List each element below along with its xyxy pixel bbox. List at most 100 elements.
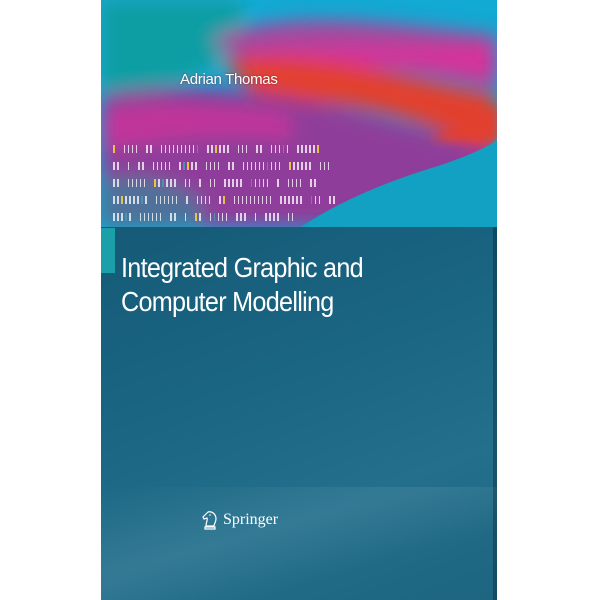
pattern-tick — [117, 213, 119, 221]
pattern-tick — [310, 179, 312, 187]
pattern-tick — [129, 196, 131, 204]
pattern-tick — [245, 145, 247, 153]
pattern-tick — [133, 196, 135, 204]
pattern-tick — [299, 179, 301, 187]
pattern-tick — [205, 162, 207, 170]
pattern-tick — [232, 162, 234, 170]
pattern-tick — [189, 213, 191, 221]
pattern-tick — [117, 145, 119, 153]
cover-edge — [493, 227, 497, 600]
pattern-tick — [305, 145, 307, 153]
knight-horse-icon — [202, 511, 217, 530]
pattern-tick — [293, 162, 295, 170]
pattern-tick — [317, 145, 319, 153]
pattern-tick — [173, 162, 175, 170]
pattern-tick — [257, 196, 259, 204]
pattern-tick — [127, 179, 129, 187]
pattern-tick — [250, 179, 252, 187]
pattern-tick — [179, 162, 181, 170]
pattern-tick — [172, 145, 174, 153]
pattern-tick — [117, 196, 119, 204]
pattern-tick — [196, 196, 198, 204]
pattern-tick — [213, 162, 215, 170]
pattern-tick — [264, 145, 266, 153]
pattern-tick — [282, 145, 284, 153]
pattern-tick — [292, 196, 294, 204]
pattern-tick — [175, 196, 177, 204]
pattern-tick — [193, 179, 195, 187]
pattern-tick — [125, 213, 127, 221]
pattern-tick — [117, 162, 119, 170]
pattern-tick — [219, 145, 221, 153]
pattern-tick — [213, 213, 215, 221]
pattern-tick — [191, 162, 193, 170]
pattern-tick — [159, 196, 161, 204]
pattern-tick — [141, 196, 143, 204]
pattern-tick — [121, 179, 123, 187]
pattern-tick — [242, 162, 244, 170]
pattern-tick — [117, 179, 119, 187]
pattern-tick — [145, 196, 147, 204]
pattern-tick — [300, 196, 302, 204]
pattern-tick — [196, 145, 198, 153]
pattern-tick — [304, 179, 306, 187]
pattern-tick — [227, 196, 229, 204]
pattern-tick — [258, 162, 260, 170]
pattern-row — [113, 179, 317, 187]
pattern-tick — [277, 213, 279, 221]
pattern-tick — [291, 179, 293, 187]
pattern-tick — [274, 145, 276, 153]
accent-bar — [101, 228, 115, 273]
pattern-tick — [241, 145, 243, 153]
pattern-tick — [288, 196, 290, 204]
pattern-tick — [121, 162, 123, 170]
pattern-row — [113, 162, 331, 170]
pattern-tick — [280, 196, 282, 204]
author-name: Adrian Thomas — [180, 71, 278, 88]
pattern-tick — [244, 179, 246, 187]
pattern-tick — [213, 179, 215, 187]
pattern-tick — [244, 213, 246, 221]
pattern-tick — [240, 213, 242, 221]
pattern-tick — [138, 162, 140, 170]
pattern-tick — [314, 179, 316, 187]
pattern-tick — [164, 162, 166, 170]
pattern-tick — [261, 196, 263, 204]
pattern-tick — [323, 196, 325, 204]
pattern-tick — [266, 162, 268, 170]
pattern-tick — [262, 162, 264, 170]
pattern-tick — [297, 162, 299, 170]
pattern-tick — [113, 196, 115, 204]
pattern-tick — [232, 179, 234, 187]
pattern-tick — [241, 196, 243, 204]
pattern-tick — [250, 162, 252, 170]
pattern-tick — [174, 179, 176, 187]
pattern-tick — [274, 162, 276, 170]
pattern-tick — [265, 196, 267, 204]
pattern-tick — [209, 179, 211, 187]
pattern-tick — [113, 213, 115, 221]
pattern-tick — [199, 162, 201, 170]
pattern-tick — [207, 145, 209, 153]
pattern-tick — [184, 213, 186, 221]
pattern-tick — [150, 145, 152, 153]
pattern-tick — [203, 179, 205, 187]
pattern-tick — [174, 213, 176, 221]
pattern-tick — [228, 179, 230, 187]
pattern-tick — [163, 196, 165, 204]
pattern-tick — [203, 213, 205, 221]
pattern-tick — [204, 196, 206, 204]
pattern-tick — [113, 162, 115, 170]
pattern-tick — [259, 213, 261, 221]
pattern-tick — [143, 179, 145, 187]
pattern-tick — [186, 196, 188, 204]
pattern-tick — [260, 145, 262, 153]
pattern-tick — [318, 196, 320, 204]
pattern-tick — [291, 145, 293, 153]
pattern-tick — [162, 179, 164, 187]
pattern-tick — [217, 213, 219, 221]
pattern-tick — [159, 213, 161, 221]
pattern-tick — [248, 213, 250, 221]
pattern-tick — [223, 145, 225, 153]
publisher: Springer — [201, 510, 278, 530]
